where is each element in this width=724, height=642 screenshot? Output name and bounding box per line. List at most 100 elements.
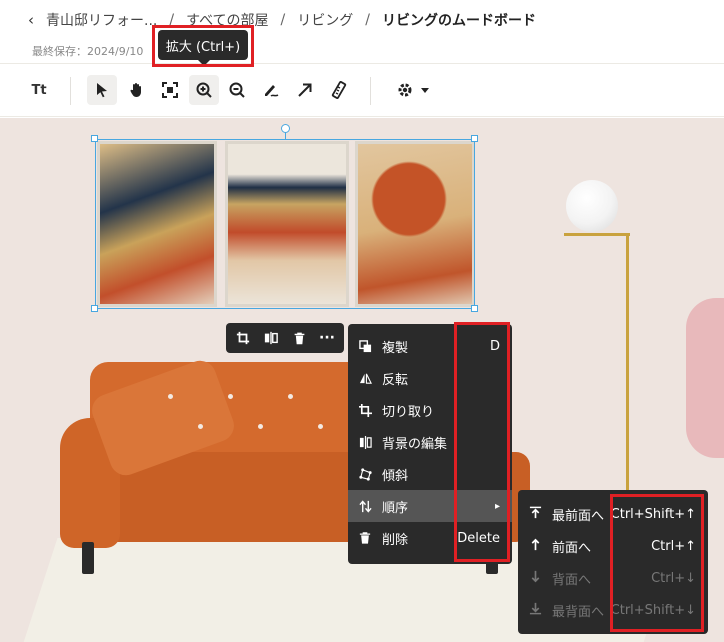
- menu-item-background-edit[interactable]: 背景の編集: [348, 426, 512, 458]
- menu-item-shortcut: Ctrl+↓: [651, 570, 696, 586]
- menu-item-send-backward: 背面へ Ctrl+↓: [518, 562, 708, 594]
- sofa-leg: [82, 542, 94, 574]
- more-icon: ···: [319, 330, 335, 346]
- order-submenu: 最前面へ Ctrl+Shift+↑ 前面へ Ctrl+↑ 背面へ Ctrl+↓ …: [518, 490, 708, 634]
- page-title: リビングのムードボード: [381, 13, 536, 29]
- menu-item-duplicate[interactable]: 複製 D: [348, 330, 512, 362]
- flip-button[interactable]: [262, 329, 280, 347]
- resize-handle[interactable]: [91, 135, 98, 142]
- menu-item-label: 背景の編集: [382, 436, 448, 452]
- zoom-out-icon: [229, 82, 245, 98]
- text-icon: Tt: [31, 82, 47, 98]
- zoom-in-icon: [196, 82, 212, 98]
- menu-item-label: 反転: [382, 372, 409, 388]
- sofa-button: [198, 424, 203, 429]
- sofa-button: [228, 394, 233, 399]
- submenu-caret-icon: ▸: [494, 500, 500, 512]
- menu-item-bring-forward[interactable]: 前面へ Ctrl+↑: [518, 530, 708, 562]
- resize-handle[interactable]: [471, 135, 478, 142]
- menu-item-shortcut: D: [489, 338, 500, 354]
- text-tool-button[interactable]: Tt: [24, 75, 54, 105]
- menu-item-bring-to-front[interactable]: 最前面へ Ctrl+Shift+↑: [518, 498, 708, 530]
- zoom-in-button[interactable]: [189, 75, 219, 105]
- menu-item-label: 前面へ: [552, 540, 592, 556]
- hand-icon: [130, 83, 141, 97]
- menu-item-label: 最背面へ: [552, 604, 605, 620]
- resize-handle[interactable]: [91, 305, 98, 312]
- gear-icon: [398, 83, 412, 97]
- menu-item-label: 切り取り: [382, 404, 435, 420]
- menu-item-label: 背面へ: [552, 572, 592, 588]
- settings-dropdown[interactable]: [390, 75, 436, 105]
- back-icon[interactable]: ‹: [28, 11, 34, 29]
- sofa-button: [318, 424, 323, 429]
- send-to-back-icon: [528, 602, 542, 619]
- menu-item-delete[interactable]: 削除 Delete: [348, 522, 512, 554]
- fit-tool-button[interactable]: [155, 75, 185, 105]
- breadcrumb-item-project[interactable]: 青山邸リフォー...: [46, 10, 157, 30]
- trash-icon: [294, 332, 304, 344]
- menu-item-shortcut: Ctrl+Shift+↑: [610, 506, 696, 522]
- sofa-button: [288, 394, 293, 399]
- fit-icon: [162, 82, 178, 98]
- crop-icon: [358, 403, 372, 417]
- menu-item-label: 傾斜: [382, 468, 409, 484]
- rotate-handle[interactable]: [281, 124, 290, 133]
- menu-item-label: 最前面へ: [552, 508, 605, 524]
- menu-item-shortcut: Ctrl+↑: [651, 538, 696, 554]
- breadcrumb-separator: /: [169, 12, 175, 28]
- zoom-out-button[interactable]: [222, 75, 252, 105]
- delete-button[interactable]: [290, 329, 308, 347]
- resize-handle[interactable]: [471, 305, 478, 312]
- last-saved-text: 最終保存：2024/9/10: [32, 45, 144, 58]
- menu-item-shortcut: Delete: [457, 530, 500, 546]
- order-icon: [358, 499, 372, 513]
- sofa-button: [168, 394, 173, 399]
- duplicate-icon: [358, 339, 372, 353]
- breadcrumb-item-living[interactable]: リビング: [297, 10, 353, 30]
- crop-icon: [236, 331, 250, 345]
- crop-button[interactable]: [234, 329, 252, 347]
- breadcrumb: ‹ 青山邸リフォー... / すべての部屋 / リビング / リビングのムードボ…: [28, 10, 536, 30]
- menu-item-label: 複製: [382, 340, 409, 356]
- header: ‹ 青山邸リフォー... / すべての部屋 / リビング / リビングのムードボ…: [0, 0, 724, 64]
- context-menu: 複製 D 反転 切り取り 背景の編集 傾斜 順序 ▸ 削除 Delete: [348, 324, 512, 564]
- select-tool-button[interactable]: [87, 75, 117, 105]
- menu-item-skew[interactable]: 傾斜: [348, 458, 512, 490]
- selection-box[interactable]: [95, 139, 475, 309]
- toolbar-divider: [370, 77, 371, 105]
- menu-item-flip[interactable]: 反転: [348, 362, 512, 394]
- menu-item-crop[interactable]: 切り取り: [348, 394, 512, 426]
- lamp-globe: [566, 180, 618, 232]
- menu-item-label: 順序: [382, 500, 409, 516]
- trash-icon: [358, 531, 372, 545]
- ruler-tool-button[interactable]: [324, 75, 354, 105]
- menu-item-label: 削除: [382, 532, 409, 548]
- toolbar-divider: [70, 77, 71, 105]
- select-icon: [97, 83, 107, 98]
- menu-item-order[interactable]: 順序 ▸: [348, 490, 512, 522]
- flip-icon: [264, 331, 278, 345]
- breadcrumb-item-all-rooms[interactable]: すべての部屋: [186, 10, 268, 30]
- flip-icon: [358, 371, 372, 385]
- breadcrumb-separator: /: [365, 12, 370, 28]
- arrow-tool-button[interactable]: [290, 75, 320, 105]
- draw-icon: [265, 85, 279, 97]
- draw-tool-button[interactable]: [256, 75, 286, 105]
- bring-to-front-icon: [528, 506, 542, 523]
- bring-forward-icon: [528, 538, 542, 555]
- pink-pillow-image[interactable]: [686, 298, 724, 458]
- more-button[interactable]: ···: [318, 329, 336, 347]
- object-mini-toolbar: ···: [226, 323, 344, 353]
- hand-tool-button[interactable]: [122, 75, 152, 105]
- skew-icon: [358, 467, 372, 481]
- breadcrumb-separator: /: [280, 12, 286, 28]
- lamp-arm: [564, 233, 630, 236]
- ruler-icon: [331, 81, 347, 99]
- caret-down-icon: [421, 88, 429, 93]
- send-backward-icon: [528, 570, 542, 587]
- menu-item-send-to-back: 最背面へ Ctrl+Shift+↓: [518, 594, 708, 626]
- background-edit-icon: [358, 435, 372, 449]
- menu-item-shortcut: Ctrl+Shift+↓: [610, 602, 696, 618]
- arrow-icon: [298, 83, 312, 97]
